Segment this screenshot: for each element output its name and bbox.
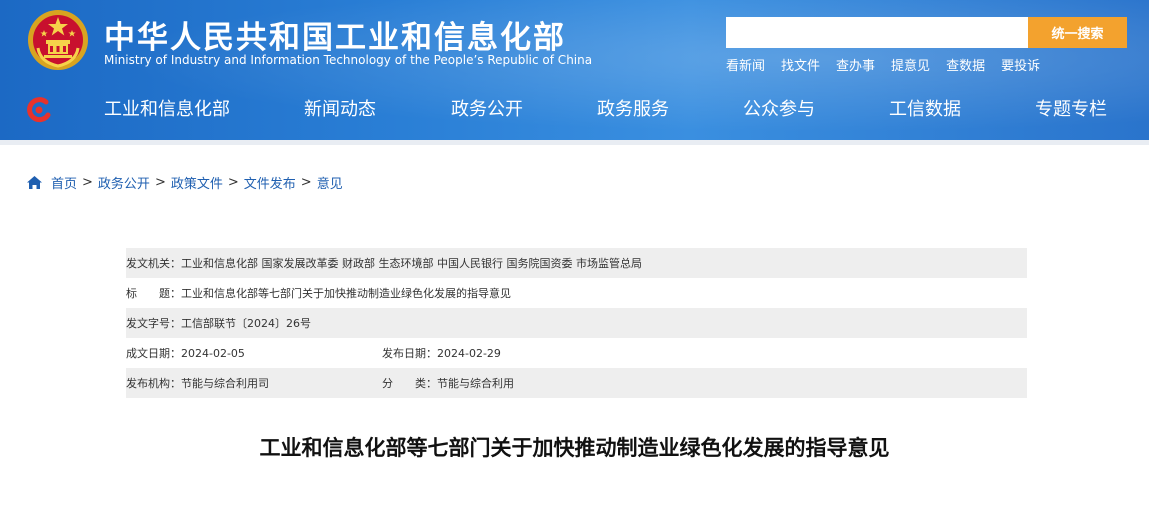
meta-value-issuer: 工业和信息化部 国家发展改革委 财政部 生态环境部 中国人民银行 国务院国资委 … xyxy=(181,257,642,270)
meta-label-title: 标 题： xyxy=(126,287,181,300)
breadcrumb-separator: > xyxy=(82,175,93,190)
quick-link-feedback[interactable]: 提意见 xyxy=(891,55,930,74)
nav-item-public[interactable]: 公众参与 xyxy=(743,94,815,126)
search-button[interactable]: 统一搜索 xyxy=(1028,17,1127,48)
meta-row-title: 标 题： 工业和信息化部等七部门关于加快推动制造业绿色化发展的指导意见 xyxy=(126,278,1027,308)
quick-link-news[interactable]: 看新闻 xyxy=(726,55,765,74)
meta-row-doc-number: 发文字号： 工信部联节〔2024〕26号 xyxy=(126,308,1027,338)
meta-label-written-date: 成文日期： xyxy=(126,347,181,360)
site-subtitle: Ministry of Industry and Information Tec… xyxy=(104,53,593,67)
meta-label-doc-number: 发文字号： xyxy=(126,317,181,330)
quick-link-files[interactable]: 找文件 xyxy=(781,55,820,74)
meta-row-agency: 发布机构： 节能与综合利用司 分 类： 节能与综合利用 xyxy=(126,368,1027,398)
meta-value-agency: 节能与综合利用司 xyxy=(181,377,269,390)
breadcrumb-file-release[interactable]: 文件发布 xyxy=(244,173,296,192)
quick-link-services[interactable]: 查办事 xyxy=(836,55,875,74)
breadcrumb-separator: > xyxy=(300,175,312,190)
breadcrumb-current[interactable]: 意见 xyxy=(317,173,343,192)
breadcrumb-separator: > xyxy=(154,175,166,190)
meta-label-issuer: 发文机关： xyxy=(126,257,181,270)
nav-item-data[interactable]: 工信数据 xyxy=(889,94,961,126)
miit-logo-icon[interactable] xyxy=(24,95,54,125)
nav-item-topics[interactable]: 专题专栏 xyxy=(1035,94,1107,126)
meta-value-title: 工业和信息化部等七部门关于加快推动制造业绿色化发展的指导意见 xyxy=(181,287,511,300)
home-icon[interactable] xyxy=(26,175,43,190)
national-emblem-icon[interactable] xyxy=(26,8,90,72)
nav-item-gov-services[interactable]: 政务服务 xyxy=(597,94,669,126)
meta-value-publish-date: 2024-02-29 xyxy=(437,346,501,360)
breadcrumb: 首页 > 政务公开 > 政策文件 > 文件发布 > 意见 xyxy=(26,173,343,192)
document-meta-table: 发文机关： 工业和信息化部 国家发展改革委 财政部 生态环境部 中国人民银行 国… xyxy=(126,248,1027,398)
meta-row-dates: 成文日期： 2024-02-05 发布日期： 2024-02-29 xyxy=(126,338,1027,368)
document-title: 工业和信息化部等七部门关于加快推动制造业绿色化发展的指导意见 xyxy=(259,436,890,460)
meta-value-category: 节能与综合利用 xyxy=(437,377,514,390)
meta-value-doc-number: 工信部联节〔2024〕26号 xyxy=(181,317,311,330)
quick-link-data[interactable]: 查数据 xyxy=(946,55,985,74)
search-input[interactable] xyxy=(726,17,1028,48)
meta-cell-written-date: 成文日期： 2024-02-05 xyxy=(126,345,382,361)
meta-label-publish-date: 发布日期： xyxy=(382,347,437,360)
breadcrumb-gov-affairs[interactable]: 政务公开 xyxy=(98,173,150,192)
nav-item-gov-affairs[interactable]: 政务公开 xyxy=(451,94,523,126)
quick-link-complaint[interactable]: 要投诉 xyxy=(1001,55,1040,74)
quick-links: 看新闻 找文件 查办事 提意见 查数据 要投诉 xyxy=(726,55,1040,74)
nav-item-news[interactable]: 新闻动态 xyxy=(304,94,376,126)
meta-cell-agency: 发布机构： 节能与综合利用司 xyxy=(126,375,382,391)
meta-value-written-date: 2024-02-05 xyxy=(181,346,245,360)
meta-row-issuer: 发文机关： 工业和信息化部 国家发展改革委 财政部 生态环境部 中国人民银行 国… xyxy=(126,248,1027,278)
site-title: 中华人民共和国工业和信息化部 xyxy=(104,20,566,56)
breadcrumb-home[interactable]: 首页 xyxy=(51,173,77,192)
meta-label-agency: 发布机构： xyxy=(126,377,181,390)
meta-cell-publish-date: 发布日期： 2024-02-29 xyxy=(382,345,501,361)
meta-label-category: 分 类： xyxy=(382,377,437,390)
breadcrumb-policy-files[interactable]: 政策文件 xyxy=(171,173,223,192)
meta-cell-category: 分 类： 节能与综合利用 xyxy=(382,375,514,391)
breadcrumb-separator: > xyxy=(227,175,239,190)
site-header: 中华人民共和国工业和信息化部 Ministry of Industry and … xyxy=(0,0,1149,145)
nav-item-ministry[interactable]: 工业和信息化部 xyxy=(104,94,230,126)
